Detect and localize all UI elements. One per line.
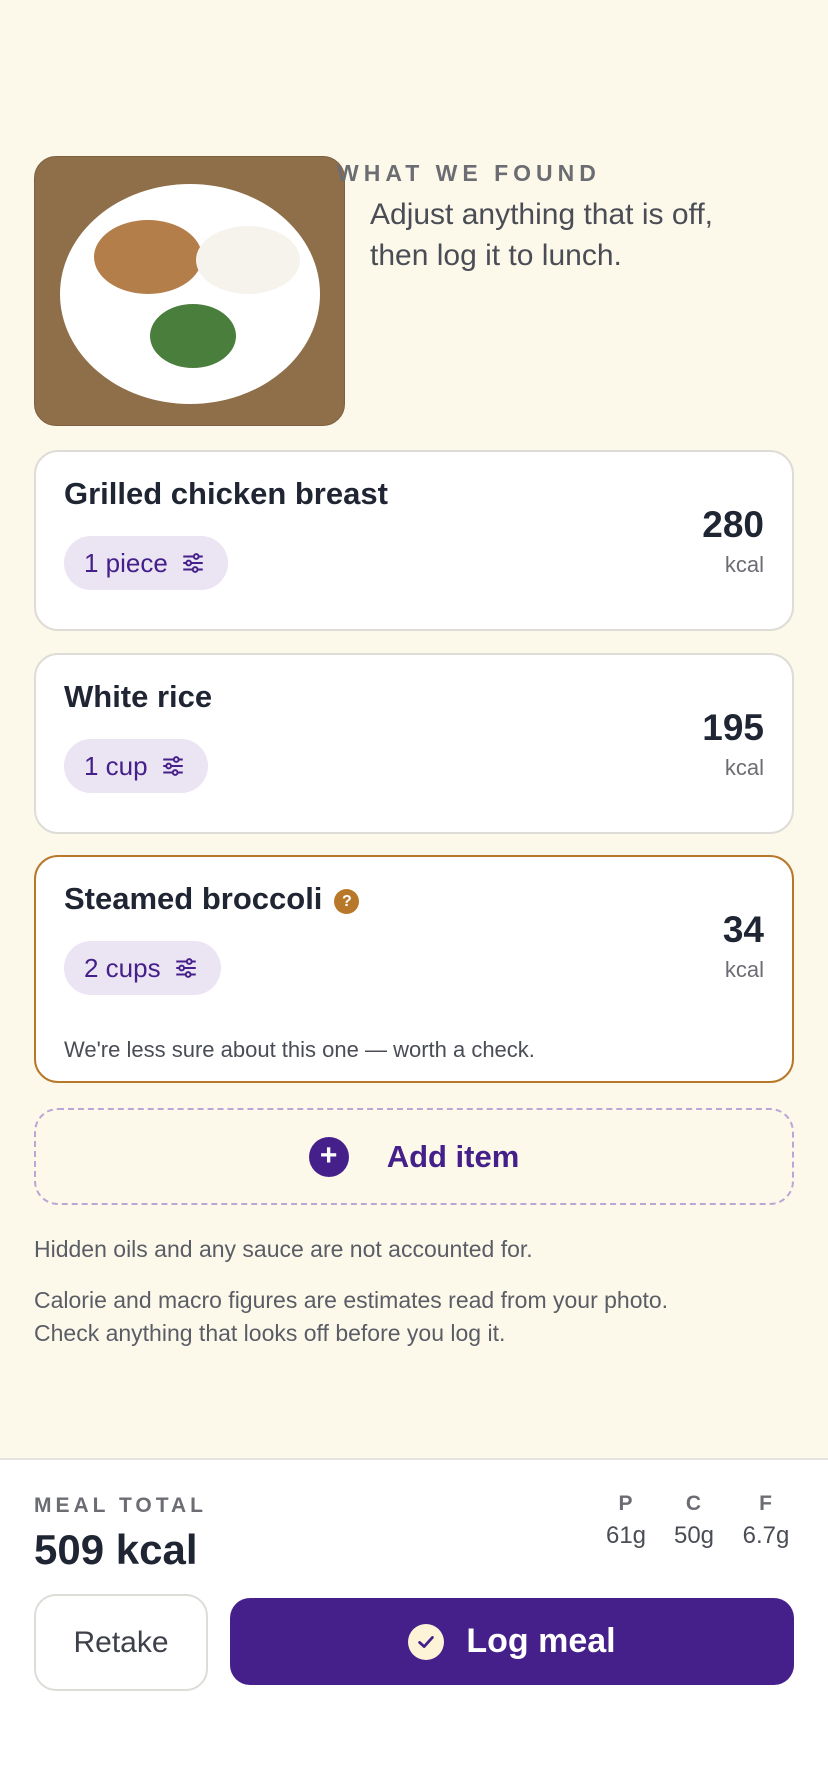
portion-label: 2 cups bbox=[84, 953, 161, 983]
log-meal-label: Log meal bbox=[466, 1622, 616, 1660]
sliders-icon bbox=[162, 756, 183, 776]
check-icon bbox=[408, 1623, 445, 1660]
item-kcal-value: 195 bbox=[702, 707, 764, 748]
food-item-card-uncertain[interactable]: Steamed broccoli? 2 cups 34 kcal We're l… bbox=[34, 855, 794, 1083]
item-kcal-unit: kcal bbox=[724, 755, 764, 780]
meal-photo bbox=[34, 156, 345, 426]
retake-button[interactable]: Retake bbox=[34, 1594, 208, 1691]
meal-total-value: 509 kcal bbox=[34, 1526, 198, 1573]
chicken-shape bbox=[94, 220, 202, 294]
log-meal-button[interactable]: Log meal bbox=[230, 1598, 794, 1685]
macro-value: 6.7g bbox=[742, 1522, 790, 1549]
sliders-icon bbox=[183, 553, 203, 573]
plate-illustration bbox=[60, 184, 320, 404]
found-eyebrow: WHAT WE FOUND bbox=[337, 160, 601, 186]
item-kcal-unit: kcal bbox=[724, 957, 764, 982]
add-item-label: Add item bbox=[386, 1138, 520, 1174]
found-line-2: then log it to lunch. bbox=[370, 239, 622, 272]
question-icon[interactable]: ? bbox=[334, 889, 360, 914]
meal-total-label: MEAL TOTAL bbox=[34, 1494, 207, 1517]
macro-protein: P 61g bbox=[591, 1492, 661, 1550]
food-item-name: White rice bbox=[64, 679, 213, 714]
food-item-name-text: Steamed broccoli bbox=[64, 881, 323, 916]
item-kcal-value: 280 bbox=[702, 504, 764, 545]
portion-chip[interactable]: 2 cups bbox=[64, 941, 221, 995]
portion-chip[interactable]: 1 piece bbox=[64, 536, 228, 590]
macro-label: F bbox=[759, 1492, 773, 1515]
portion-chip[interactable]: 1 cup bbox=[64, 739, 208, 793]
found-description: Adjust anything that is off, then log it… bbox=[370, 194, 790, 276]
add-item-button[interactable]: + Add item bbox=[34, 1108, 794, 1205]
macro-fat: F 6.7g bbox=[731, 1492, 801, 1550]
estimate-disclaimer: Calorie and macro figures are estimates … bbox=[34, 1284, 804, 1350]
uncertainty-note: We're less sure about this one — worth a… bbox=[64, 1037, 535, 1062]
food-item-name: Grilled chicken breast bbox=[64, 476, 388, 511]
oil-disclaimer: Hidden oils and any sauce are not accoun… bbox=[34, 1236, 533, 1262]
estimate-line-2: Check anything that looks off before you… bbox=[34, 1320, 506, 1346]
plus-icon: + bbox=[308, 1136, 349, 1177]
estimate-line-1: Calorie and macro figures are estimates … bbox=[34, 1287, 669, 1313]
found-line-1: Adjust anything that is off, bbox=[370, 198, 713, 231]
macro-value: 61g bbox=[605, 1522, 647, 1549]
portion-label: 1 piece bbox=[84, 548, 168, 578]
portion-label: 1 cup bbox=[84, 751, 148, 781]
broccoli-shape bbox=[150, 304, 236, 368]
rice-shape bbox=[196, 226, 300, 294]
item-kcal-value: 34 bbox=[722, 909, 764, 950]
macro-label: P bbox=[618, 1492, 634, 1515]
food-item-name: Steamed broccoli? bbox=[64, 881, 360, 917]
macro-label: C bbox=[685, 1492, 703, 1515]
macro-carbs: C 50g bbox=[659, 1492, 729, 1550]
item-kcal-unit: kcal bbox=[724, 552, 764, 577]
sliders-icon bbox=[175, 958, 196, 978]
food-item-card[interactable]: Grilled chicken breast 1 piece 280 kcal bbox=[34, 450, 794, 631]
meal-total-footer: MEAL TOTAL 509 kcal P 61g C 50g F 6.7g R… bbox=[0, 1458, 828, 1792]
macro-value: 50g bbox=[673, 1522, 715, 1549]
food-item-card[interactable]: White rice 1 cup 195 kcal bbox=[34, 653, 794, 834]
